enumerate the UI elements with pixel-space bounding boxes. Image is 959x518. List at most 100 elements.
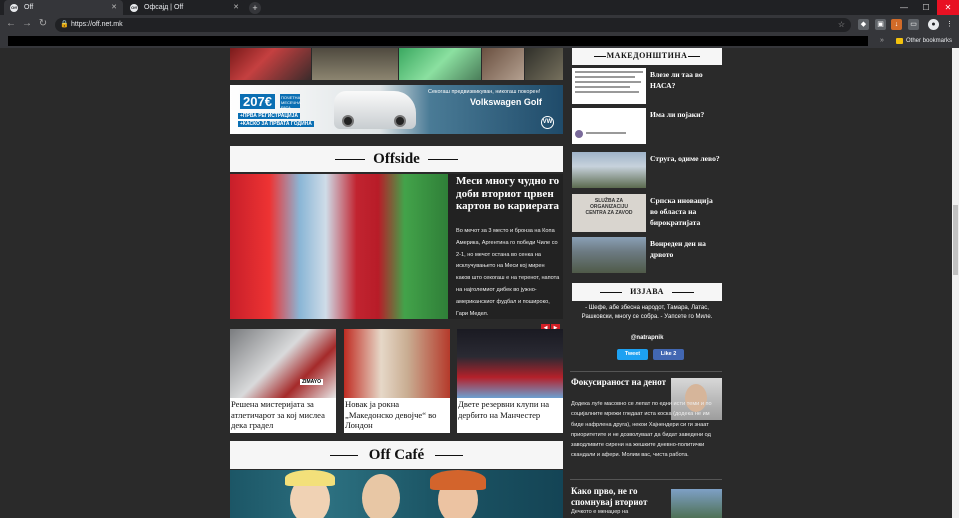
extension-icon[interactable]: ▣ <box>875 19 886 30</box>
maximize-button[interactable]: ☐ <box>915 0 937 15</box>
tab-label: Off <box>24 4 34 11</box>
sidebar-item-title: Српска иновација во областа на бирократи… <box>650 196 713 227</box>
article-card[interactable]: Двете резервни клупи на дербито на Манче… <box>457 329 563 433</box>
forward-button[interactable]: → <box>20 17 34 31</box>
sidebar-item-title: Струга, одиме лево? <box>650 154 720 163</box>
folder-icon <box>896 38 903 44</box>
page-scrollbar[interactable] <box>952 48 959 518</box>
bookmarks-redacted-strip <box>8 36 868 46</box>
sidebar-item-title: Вонреден ден на дрвото <box>650 239 706 259</box>
ad-price-sub: ПОЧЕТНА МЕСЕЧНА РАТА <box>280 94 301 110</box>
sidebar-feature[interactable]: Како прво, не го спомнувај вториот Дечко… <box>570 486 722 518</box>
other-bookmarks-folder[interactable]: Other bookmarks <box>896 34 952 48</box>
divider <box>570 371 722 372</box>
off-favicon-icon: Off <box>10 4 18 12</box>
makedonshtina-heading: МАКЕДОНШТИНА <box>606 51 688 60</box>
ad-model: Volkswagen Golf <box>470 97 542 107</box>
lock-icon: 🔒 <box>60 21 69 28</box>
offcafe-heading: Off Café <box>368 447 425 463</box>
sidebar-item-image <box>572 237 646 273</box>
feature-title: Како прво, не го спомнувај вториот <box>571 486 648 507</box>
article-card[interactable]: Новак ја рокна „Македонско девојче“ во Л… <box>344 329 450 433</box>
tab-strip: Off Off ✕ Off Офсајд | Off ✕ + — ☐ ✕ <box>0 0 959 15</box>
izjava-header[interactable]: ИЗЈАВА <box>572 283 722 301</box>
offside-section-header[interactable]: Offside <box>230 146 563 172</box>
other-bookmarks-label: Other bookmarks <box>906 38 953 44</box>
bookmark-star-icon[interactable]: ☆ <box>838 18 845 32</box>
divider <box>570 479 722 480</box>
card-title: Двете резервни клупи на дербито на Манче… <box>458 399 550 420</box>
feature-text: Дечкото е менаџер на <box>571 509 629 515</box>
new-tab-button[interactable]: + <box>249 2 261 14</box>
feature-title: Фокусираност на денот <box>571 377 667 387</box>
sidebar-item[interactable]: Вонреден ден на дрвото <box>572 237 722 275</box>
hero-image[interactable] <box>230 174 448 319</box>
sidebar-item[interactable]: SLUŽBA ZA ORGANIZACIJU CENTRA ZA ZAVOD С… <box>572 194 722 236</box>
reload-button[interactable]: ↻ <box>36 17 50 31</box>
extension-cast-icon[interactable]: ▭ <box>908 19 919 30</box>
feature-text: Додека луѓе масовно се лепат по едни ист… <box>571 401 712 459</box>
tab-offsajd[interactable]: Off Офсајд | Off ✕ <box>124 0 245 15</box>
tweet-button[interactable]: Tweet <box>617 349 648 360</box>
izjava-heading: ИЗЈАВА <box>630 287 664 296</box>
card-title: Новак ја рокна „Македонско девојче“ во Л… <box>345 399 437 430</box>
offcafe-section-header[interactable]: Off Café <box>230 441 563 469</box>
bookmarks-overflow-chevron[interactable]: » <box>880 34 884 48</box>
hero-title[interactable]: Меси многу чудно го доби вториот црвен к… <box>456 175 560 213</box>
vw-logo-icon: VW <box>541 116 554 129</box>
top-photo[interactable] <box>525 48 563 80</box>
tab-label: Офсајд | Off <box>144 4 184 11</box>
top-photo[interactable] <box>230 48 311 80</box>
bookmarks-bar: » Other bookmarks <box>0 34 959 48</box>
card-image <box>344 329 450 398</box>
close-tab-icon[interactable]: ✕ <box>111 0 117 15</box>
offside-heading: Offside <box>373 151 420 167</box>
card-title: Решена мистеријата за атлетичарот за кој… <box>231 399 325 430</box>
top-photo[interactable] <box>482 48 524 80</box>
card-image <box>457 329 563 398</box>
ad-price: 207€ <box>240 94 275 109</box>
browser-toolbar: ← → ↻ 🔒 https://off.net.mk ☆ ◆ ▣ ↓ ▭ ● ⋮ <box>0 15 959 34</box>
card-image: ZIMAYO <box>230 329 336 398</box>
feature-image <box>671 489 722 518</box>
url-text: https://off.net.mk <box>71 21 123 28</box>
hero-summary: Во мечот за 3 место и бронза на Копа Аме… <box>456 228 560 317</box>
close-tab-icon[interactable]: ✕ <box>233 0 239 15</box>
izjava-handle[interactable]: @natrapnik <box>572 335 722 341</box>
sidebar-item-image: SLUŽBA ZA ORGANIZACIJU CENTRA ZA ZAVOD <box>572 194 646 232</box>
close-window-button[interactable]: ✕ <box>937 0 959 15</box>
sidebar-item-image <box>572 152 646 188</box>
article-card[interactable]: ZIMAYO Решена мистеријата за атлетичарот… <box>230 329 336 433</box>
sidebar-item[interactable]: Има ли појаки? <box>572 108 722 146</box>
top-photo[interactable] <box>312 48 398 80</box>
top-photo[interactable] <box>399 48 481 80</box>
sidebar-item-image <box>572 108 646 144</box>
address-bar[interactable]: 🔒 https://off.net.mk ☆ <box>55 18 851 32</box>
makedonshtina-header[interactable]: МАКЕДОНШТИНА <box>572 48 722 65</box>
extension-download-icon[interactable]: ↓ <box>891 19 902 30</box>
izjava-quote: - Шефе, абе збесна народот, Тамара, Лата… <box>581 305 713 320</box>
sign-text: SLUŽBA ZA ORGANIZACIJU CENTRA ZA ZAVOD <box>585 198 633 216</box>
tab-off[interactable]: Off Off ✕ <box>4 0 123 15</box>
web-page: 207€ ПОЧЕТНА МЕСЕЧНА РАТА +ПРВА РЕГИСТРА… <box>0 48 952 518</box>
minimize-button[interactable]: — <box>893 0 915 15</box>
off-favicon-icon: Off <box>130 4 138 12</box>
back-button[interactable]: ← <box>4 17 18 31</box>
car-image <box>334 91 416 129</box>
offcafe-image[interactable] <box>230 470 563 518</box>
ad-line-1: +ПРВА РЕГИСТРАЦИЈА <box>238 113 300 119</box>
volkswagen-ad-banner[interactable]: 207€ ПОЧЕТНА МЕСЕЧНА РАТА +ПРВА РЕГИСТРА… <box>230 85 563 134</box>
sidebar-item-image <box>572 68 646 104</box>
bib-label: ZIMAYO <box>300 379 323 385</box>
sidebar-feature[interactable]: Фокусираност на денот Додека луѓе масовн… <box>570 377 722 477</box>
scrollbar-thumb[interactable] <box>953 205 958 275</box>
sidebar-item[interactable]: Струга, одиме лево? <box>572 152 722 190</box>
sidebar-item-title: Влезе ли таа во НАСА? <box>650 70 703 90</box>
extension-shield-icon[interactable]: ◆ <box>858 19 869 30</box>
facebook-like-button[interactable]: Like 2 <box>653 349 684 360</box>
menu-kebab-icon[interactable]: ⋮ <box>944 19 955 30</box>
ad-tagline: Секогаш предвизвикуван, никогаш покорен! <box>428 89 541 95</box>
profile-avatar-icon[interactable]: ● <box>928 19 939 30</box>
sidebar-item-title: Има ли појаки? <box>650 110 705 119</box>
sidebar-item[interactable]: Влезе ли таа во НАСА? <box>572 68 722 106</box>
